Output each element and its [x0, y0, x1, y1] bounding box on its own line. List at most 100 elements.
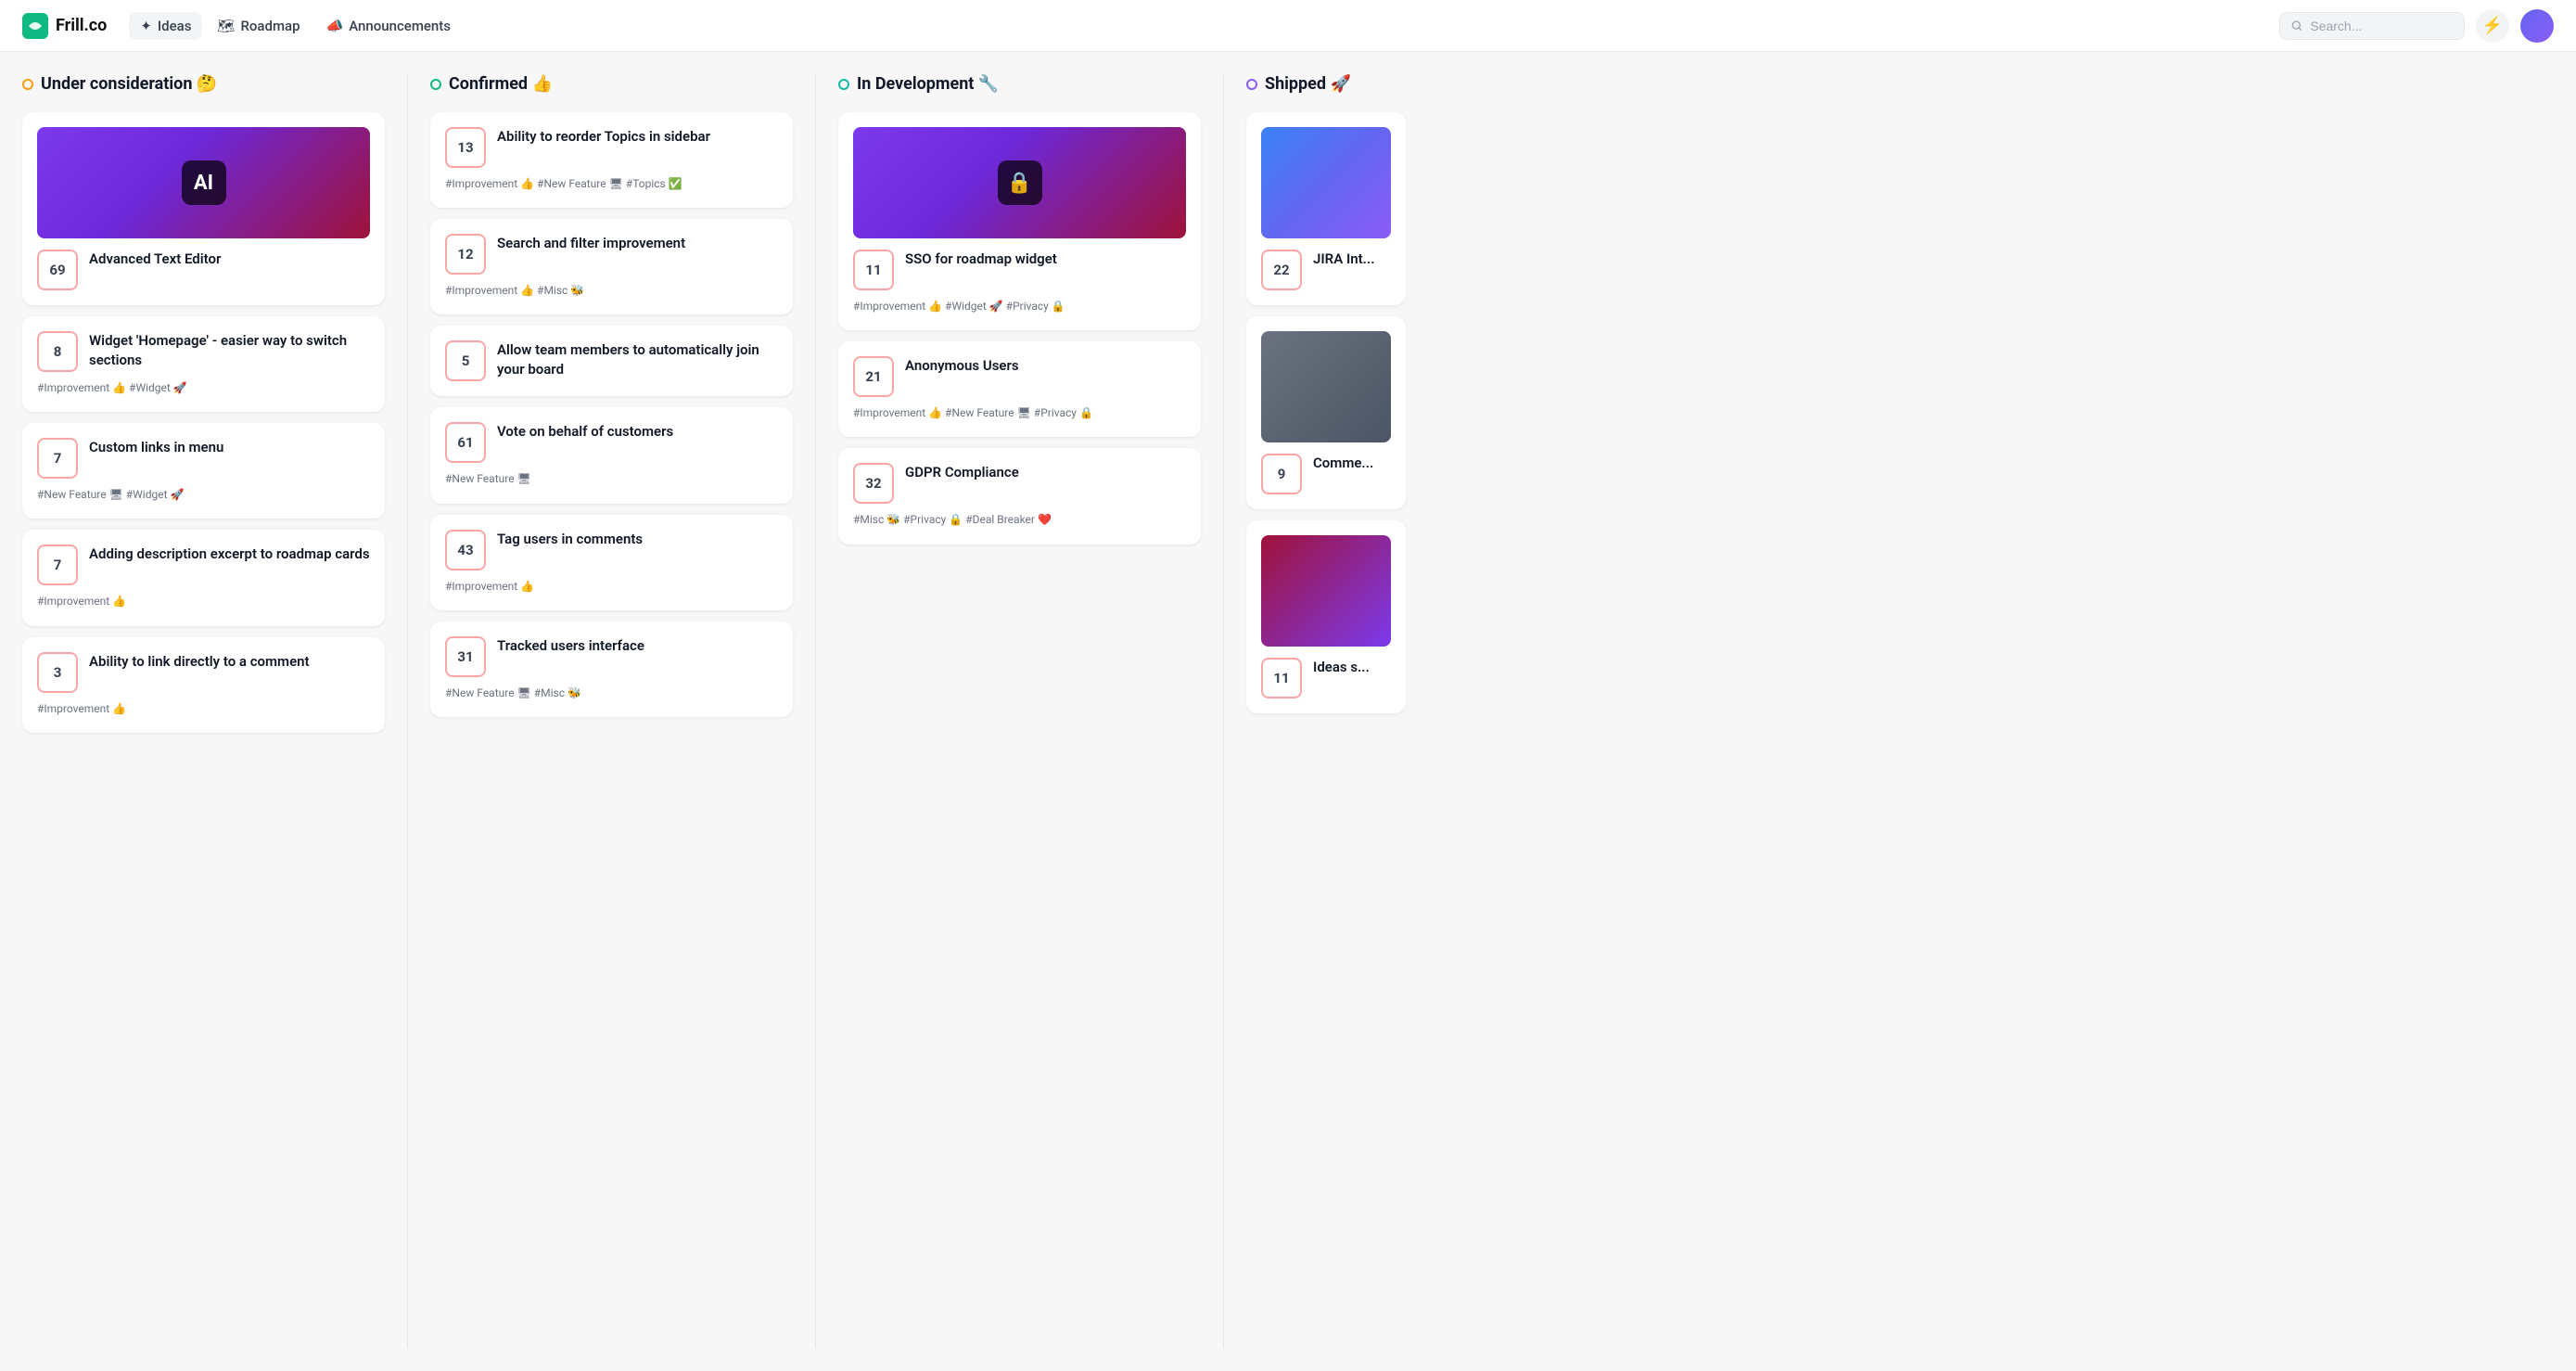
- card-uc-1[interactable]: AI69Advanced Text Editor: [22, 112, 385, 305]
- card-tags-uc-3: #New Feature 🖥 #Widget 🚀: [37, 486, 370, 504]
- card-uc-4[interactable]: 7Adding description excerpt to roadmap c…: [22, 530, 385, 625]
- card-title-uc-2: Widget 'Homepage' - easier way to switch…: [89, 331, 370, 370]
- card-c-6[interactable]: 31 Tracked users interface #New Feature 🖥 …: [430, 621, 793, 717]
- card-row-uc-3: 7Custom links in menu: [37, 438, 370, 479]
- card-title-c-3: Allow team members to automatically join…: [497, 340, 778, 379]
- column-dot-confirmed: [430, 79, 441, 90]
- header-right: ⚡: [2279, 9, 2554, 43]
- vote-count-uc-3[interactable]: 7: [37, 438, 78, 479]
- card-row-uc-5: 3Ability to link directly to a comment: [37, 652, 370, 693]
- card-d-1[interactable]: 🔒11SSO for roadmap widget#Improvement 👍 …: [838, 112, 1201, 330]
- logo-icon: [22, 13, 48, 39]
- vote-count-c-1[interactable]: 13: [445, 127, 486, 168]
- card-c-4[interactable]: 61 Vote on behalf of customers #New Featur…: [430, 407, 793, 503]
- column-confirmed: Confirmed 👍 13Ability to reorder Topics i…: [408, 74, 816, 1349]
- card-title-c-2: Search and filter improvement: [497, 234, 778, 253]
- nav-announcements[interactable]: 📣 Announcements: [315, 12, 462, 40]
- column-title-in-development: In Development 🔧: [857, 74, 999, 94]
- vote-count-d-3[interactable]: 32: [853, 463, 894, 504]
- card-tags-d-1: #Improvement 👍 #Widget 🚀 #Privacy 🔒: [853, 298, 1186, 315]
- card-title-s-1: JIRA Int...: [1313, 250, 1391, 269]
- card-s-2[interactable]: 9Comme...: [1246, 316, 1406, 509]
- lightning-button[interactable]: ⚡: [2476, 9, 2509, 43]
- card-s-1[interactable]: 22 JIRA Int...: [1246, 112, 1406, 305]
- card-row-uc-4: 7Adding description excerpt to roadmap c…: [37, 545, 370, 585]
- card-row-s-2: 9Comme...: [1261, 454, 1391, 494]
- card-d-3[interactable]: 32 GDPR Compliance #Misc 🐝 #Privacy 🔒 #Dea…: [838, 448, 1201, 544]
- vote-count-c-3[interactable]: 5: [445, 340, 486, 381]
- card-uc-2[interactable]: 8 Widget 'Homepage' - easier way to switc…: [22, 316, 385, 412]
- board: Under consideration 🤔AI69Advanced Text E…: [0, 52, 2576, 1371]
- card-image-s-2: [1261, 331, 1391, 442]
- nav-roadmap[interactable]: 🗺 Roadmap: [206, 12, 311, 40]
- search-input[interactable]: [2310, 19, 2453, 33]
- roadmap-nav-icon: 🗺: [217, 18, 235, 34]
- column-title-under-consideration: Under consideration 🤔: [41, 74, 217, 94]
- card-title-c-5: Tag users in comments: [497, 530, 778, 549]
- vote-count-uc-4[interactable]: 7: [37, 545, 78, 585]
- card-row-d-2: 21 Anonymous Users: [853, 356, 1186, 397]
- logo[interactable]: Frill.co: [22, 13, 107, 39]
- main-nav: ✦ Ideas 🗺 Roadmap 📣 Announcements: [129, 12, 2257, 40]
- vote-count-uc-1[interactable]: 69: [37, 250, 78, 290]
- card-row-d-3: 32 GDPR Compliance: [853, 463, 1186, 504]
- card-title-uc-1: Advanced Text Editor: [89, 250, 370, 269]
- avatar[interactable]: [2520, 9, 2554, 43]
- logo-text: Frill.co: [56, 16, 107, 35]
- card-title-c-4: Vote on behalf of customers: [497, 422, 778, 442]
- card-uc-3[interactable]: 7Custom links in menu #New Feature 🖥 #Wid…: [22, 423, 385, 519]
- card-tags-c-6: #New Feature 🖥 #Misc 🐝: [445, 685, 778, 702]
- card-row-c-3: 5 Allow team members to automatically joi…: [445, 340, 778, 381]
- card-d-2[interactable]: 21Anonymous Users#Improvement 👍 #New Fea…: [838, 341, 1201, 437]
- vote-count-c-6[interactable]: 31: [445, 636, 486, 677]
- vote-count-uc-5[interactable]: 3: [37, 652, 78, 693]
- card-s-3[interactable]: 11Ideas s...: [1246, 520, 1406, 713]
- column-header-shipped: Shipped 🚀: [1246, 74, 1406, 94]
- vote-count-c-5[interactable]: 43: [445, 530, 486, 570]
- card-row-uc-2: 8 Widget 'Homepage' - easier way to switc…: [37, 331, 370, 372]
- card-uc-5[interactable]: 3Ability to link directly to a comment#I…: [22, 637, 385, 733]
- card-tags-c-2: #Improvement 👍 #Misc 🐝: [445, 282, 778, 300]
- card-tags-c-4: #New Feature 🖥: [445, 470, 778, 488]
- vote-count-d-2[interactable]: 21: [853, 356, 894, 397]
- vote-count-uc-2[interactable]: 8: [37, 331, 78, 372]
- column-header-confirmed: Confirmed 👍: [430, 74, 793, 94]
- card-c-1[interactable]: 13Ability to reorder Topics in sidebar#I…: [430, 112, 793, 208]
- announcements-nav-icon: 📣: [326, 18, 344, 34]
- card-image-s-1: [1261, 127, 1391, 238]
- card-c-2[interactable]: 12 Search and filter improvement #Improvem…: [430, 219, 793, 314]
- search-box[interactable]: [2279, 12, 2465, 40]
- card-image-icon-d-1: 🔒: [998, 160, 1042, 205]
- card-row-c-4: 61 Vote on behalf of customers: [445, 422, 778, 463]
- header: Frill.co ✦ Ideas 🗺 Roadmap 📣 Announcemen…: [0, 0, 2576, 52]
- card-row-c-5: 43 Tag users in comments: [445, 530, 778, 570]
- search-icon: [2291, 19, 2302, 32]
- column-header-in-development: In Development 🔧: [838, 74, 1201, 94]
- vote-count-s-1[interactable]: 22: [1261, 250, 1302, 290]
- vote-count-s-3[interactable]: 11: [1261, 658, 1302, 698]
- card-row-s-3: 11Ideas s...: [1261, 658, 1391, 698]
- vote-count-c-2[interactable]: 12: [445, 234, 486, 275]
- column-shipped: Shipped 🚀 22 JIRA Int... 9Comme... 11Ideas s…: [1224, 74, 1428, 1349]
- card-c-5[interactable]: 43 Tag users in comments #Improvement 👍: [430, 515, 793, 610]
- card-title-d-2: Anonymous Users: [905, 356, 1186, 376]
- card-image-d-1: 🔒: [853, 127, 1186, 238]
- card-tags-uc-2: #Improvement 👍 #Widget 🚀: [37, 379, 370, 397]
- ideas-nav-label: Ideas: [158, 18, 192, 34]
- card-image-s-3: [1261, 535, 1391, 647]
- card-title-d-3: GDPR Compliance: [905, 463, 1186, 482]
- card-row-s-1: 22 JIRA Int...: [1261, 250, 1391, 290]
- card-title-c-6: Tracked users interface: [497, 636, 778, 656]
- card-row-c-2: 12 Search and filter improvement: [445, 234, 778, 275]
- card-c-3[interactable]: 5 Allow team members to automatically joi…: [430, 326, 793, 396]
- vote-count-s-2[interactable]: 9: [1261, 454, 1302, 494]
- column-dot-in-development: [838, 79, 849, 90]
- column-under-consideration: Under consideration 🤔AI69Advanced Text E…: [0, 74, 408, 1349]
- nav-ideas[interactable]: ✦ Ideas: [129, 12, 202, 40]
- vote-count-c-4[interactable]: 61: [445, 422, 486, 463]
- column-title-confirmed: Confirmed 👍: [449, 74, 553, 94]
- column-header-under-consideration: Under consideration 🤔: [22, 74, 385, 94]
- card-tags-c-5: #Improvement 👍: [445, 578, 778, 596]
- vote-count-d-1[interactable]: 11: [853, 250, 894, 290]
- card-tags-d-3: #Misc 🐝 #Privacy 🔒 #Deal Breaker ❤️: [853, 511, 1186, 529]
